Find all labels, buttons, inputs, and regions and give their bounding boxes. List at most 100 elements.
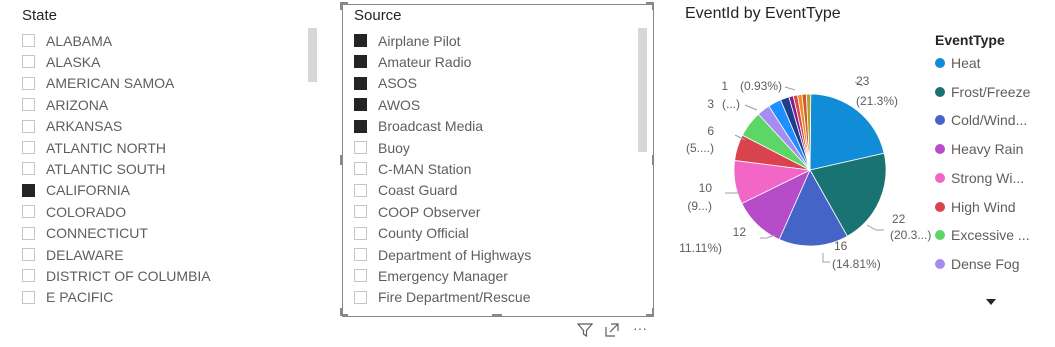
- source-item-label: Broadcast Media: [378, 118, 484, 135]
- data-label-value: 23: [856, 74, 870, 88]
- source-item[interactable]: Airplane Pilot: [354, 30, 461, 51]
- data-label-value: 3: [707, 97, 714, 111]
- source-slicer: Source Airplane Pilot Amateur Radio ASOS AW…: [354, 0, 650, 312]
- data-label-percent: (5....): [686, 141, 714, 155]
- state-item[interactable]: E PACIFIC: [22, 287, 113, 308]
- state-item[interactable]: ARIZONA: [22, 94, 108, 115]
- checkbox[interactable]: [22, 162, 35, 176]
- state-item[interactable]: ARKANSAS: [22, 116, 122, 137]
- more-options-icon[interactable]: ···: [631, 319, 649, 337]
- legend-label: Cold/Wind...: [951, 112, 1028, 129]
- source-item[interactable]: Amateur Radio: [354, 51, 471, 72]
- resize-handle[interactable]: [340, 155, 342, 165]
- checkbox[interactable]: [354, 141, 367, 154]
- source-item[interactable]: Emergency Manager: [354, 265, 508, 286]
- resize-handle[interactable]: [652, 308, 654, 316]
- legend-item[interactable]: Dense Fog: [935, 254, 1019, 274]
- legend-marker: [935, 144, 945, 155]
- source-item-label: Fire Department/Rescue: [378, 289, 531, 306]
- state-item-label: ALASKA: [46, 53, 101, 70]
- data-label-percent: (20.3...): [890, 228, 931, 242]
- checkbox[interactable]: [354, 55, 367, 69]
- state-item[interactable]: ALABAMA: [22, 30, 112, 51]
- checkbox[interactable]: [354, 226, 367, 240]
- resize-handle[interactable]: [492, 314, 502, 316]
- source-item[interactable]: Coast Guard: [354, 180, 457, 201]
- checkbox[interactable]: [354, 162, 367, 176]
- data-label-percent: (14.81%): [832, 257, 881, 271]
- state-slicer-scrollbar[interactable]: [308, 28, 317, 82]
- legend-item[interactable]: Heat: [935, 53, 981, 73]
- checkbox[interactable]: [22, 141, 35, 154]
- state-item[interactable]: AMERICAN SAMOA: [22, 73, 174, 94]
- resize-handle[interactable]: [340, 2, 342, 10]
- source-item-label: C-MAN Station: [378, 160, 472, 177]
- legend-item[interactable]: Strong Wi...: [935, 168, 1024, 188]
- legend-marker: [935, 201, 945, 212]
- checkbox[interactable]: [22, 205, 35, 219]
- legend-item[interactable]: Frost/Freeze: [935, 82, 1030, 102]
- checkbox[interactable]: [354, 248, 367, 261]
- checkbox[interactable]: [22, 98, 35, 112]
- legend-item[interactable]: Heavy Rain: [935, 139, 1023, 159]
- source-item[interactable]: AWOS: [354, 94, 420, 115]
- resize-handle[interactable]: [652, 2, 654, 10]
- state-item-label: ARIZONA: [46, 96, 109, 113]
- source-item[interactable]: Fire Department/Rescue: [354, 287, 531, 308]
- source-item[interactable]: COOP Observer: [354, 201, 480, 222]
- state-item[interactable]: CONNECTICUT: [22, 223, 148, 244]
- state-item[interactable]: DELAWARE: [22, 244, 124, 265]
- state-item[interactable]: ALASKA: [22, 51, 100, 72]
- legend-item[interactable]: High Wind: [935, 197, 1016, 217]
- state-item[interactable]: COLORADO: [22, 201, 126, 222]
- checkbox[interactable]: [354, 290, 367, 304]
- source-item-label: Airplane Pilot: [378, 32, 461, 49]
- source-item[interactable]: Buoy: [354, 137, 410, 158]
- checkbox[interactable]: [22, 55, 35, 69]
- checkbox[interactable]: [22, 34, 35, 47]
- focus-mode-icon[interactable]: [603, 321, 621, 339]
- data-label-percent: (...): [722, 97, 740, 111]
- source-item[interactable]: Broadcast Media: [354, 116, 483, 137]
- source-item[interactable]: Department of Highways: [354, 244, 531, 265]
- data-label-value: 10: [699, 181, 713, 195]
- state-slicer: State ALABAMA ALASKA AMERICAN SAMOA ARIZONA…: [22, 0, 322, 320]
- source-item-label: Buoy: [378, 139, 410, 156]
- resize-handle[interactable]: [652, 155, 654, 165]
- state-item[interactable]: CALIFORNIA: [22, 180, 130, 201]
- checkbox[interactable]: [22, 183, 35, 197]
- checkbox[interactable]: [22, 290, 35, 304]
- checkbox[interactable]: [354, 34, 367, 47]
- legend-item[interactable]: Excessive ...: [935, 225, 1030, 245]
- state-item[interactable]: ATLANTIC SOUTH: [22, 158, 166, 179]
- state-item-label: ATLANTIC SOUTH: [46, 160, 166, 177]
- checkbox[interactable]: [354, 98, 367, 112]
- checkbox[interactable]: [22, 269, 35, 283]
- caret-down-icon[interactable]: [982, 293, 1000, 311]
- legend-label: Frost/Freeze: [951, 83, 1031, 100]
- filter-icon[interactable]: [576, 321, 594, 339]
- state-item[interactable]: ATLANTIC NORTH: [22, 137, 166, 158]
- state-item[interactable]: DISTRICT OF COLUMBIA: [22, 265, 211, 286]
- state-item-label: DELAWARE: [46, 246, 124, 263]
- checkbox[interactable]: [354, 76, 367, 90]
- source-item[interactable]: County Official: [354, 223, 469, 244]
- checkbox[interactable]: [22, 76, 35, 90]
- checkbox[interactable]: [354, 205, 367, 219]
- source-item[interactable]: ASOS: [354, 73, 417, 94]
- data-label-value: 22: [892, 212, 906, 226]
- legend-label: Dense Fog: [951, 255, 1020, 272]
- checkbox[interactable]: [22, 119, 35, 133]
- state-item-label: ATLANTIC NORTH: [46, 139, 167, 156]
- checkbox[interactable]: [22, 248, 35, 261]
- source-slicer-scrollbar[interactable]: [638, 28, 647, 152]
- checkbox[interactable]: [354, 183, 367, 197]
- source-item[interactable]: C-MAN Station: [354, 158, 471, 179]
- source-item-label: ASOS: [378, 75, 417, 92]
- legend-item[interactable]: Cold/Wind...: [935, 110, 1027, 130]
- checkbox[interactable]: [22, 226, 35, 240]
- resize-handle[interactable]: [340, 308, 342, 316]
- checkbox[interactable]: [354, 269, 367, 283]
- source-item-label: AWOS: [378, 96, 421, 113]
- checkbox[interactable]: [354, 119, 367, 133]
